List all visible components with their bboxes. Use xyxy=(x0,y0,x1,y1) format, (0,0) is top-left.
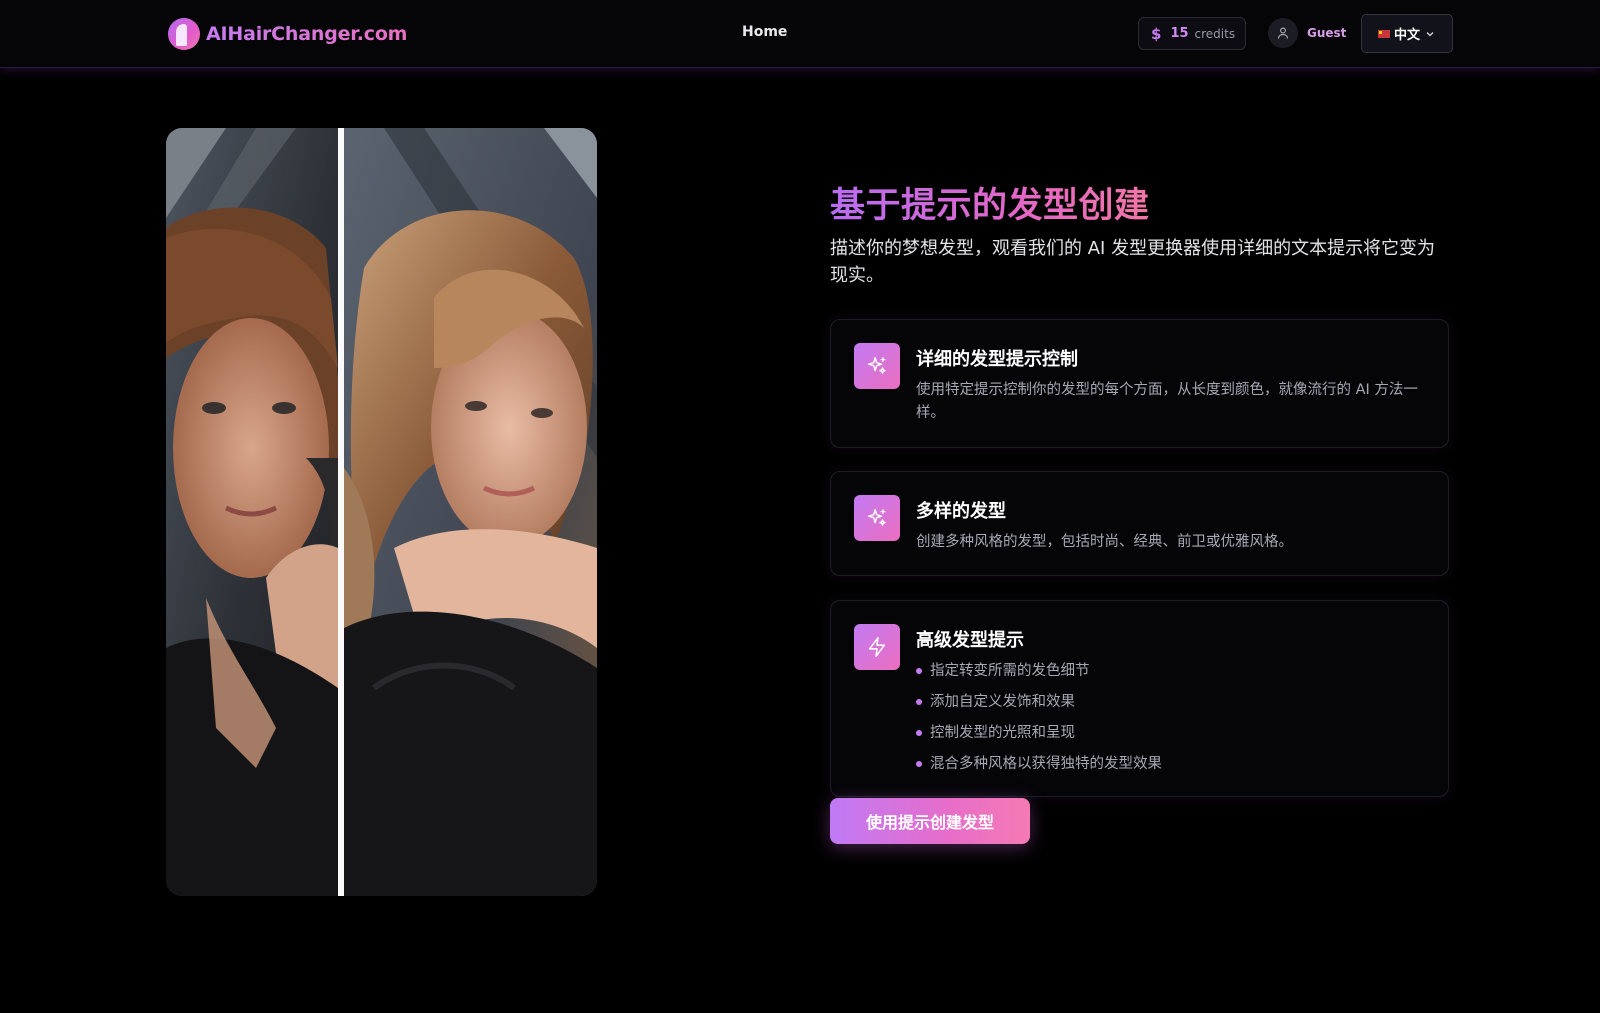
credits-label: credits xyxy=(1194,26,1236,41)
before-photo xyxy=(166,128,338,896)
china-flag-icon xyxy=(1378,29,1390,38)
card-title: 多样的发型 xyxy=(916,501,1006,522)
top-navbar: AIHairChanger.com Home $ 15 credits Gues… xyxy=(0,0,1600,68)
credits-amount: 15 xyxy=(1170,26,1189,41)
language-label: 中文 xyxy=(1394,28,1421,43)
sparkles-icon xyxy=(854,343,900,389)
sparkles-icon xyxy=(854,495,900,541)
list-item: 指定转变所需的发色细节 xyxy=(916,659,1162,690)
credits-badge[interactable]: $ 15 credits xyxy=(1138,17,1246,50)
list-item: 混合多种风格以获得独特的发型效果 xyxy=(916,752,1162,783)
logo-text: AIHairChanger.com xyxy=(206,23,408,45)
logo-icon xyxy=(168,18,200,50)
feature-card-diverse-styles: 多样的发型 创建多种风格的发型，包括时尚、经典、前卫或优雅风格。 xyxy=(830,471,1449,576)
user-icon xyxy=(1268,18,1298,48)
before-after-photo xyxy=(166,128,597,896)
user-name: Guest xyxy=(1307,26,1347,40)
feature-card-prompt-control: 详细的发型提示控制 使用特定提示控制你的发型的每个方面，从长度到颜色，就像流行的… xyxy=(830,319,1449,448)
card-title: 详细的发型提示控制 xyxy=(916,349,1078,370)
feature-bullet-list: 指定转变所需的发色细节 添加自定义发饰和效果 控制发型的光照和呈现 混合多种风格… xyxy=(916,659,1162,783)
nav-home-link[interactable]: Home xyxy=(742,24,787,40)
chevron-down-icon xyxy=(1426,31,1434,36)
section-subtitle: 描述你的梦想发型，观看我们的 AI 发型更换器使用详细的文本提示将它变为现实。 xyxy=(830,238,1436,286)
list-item: 添加自定义发饰和效果 xyxy=(916,690,1162,721)
feature-card-advanced-prompts: 高级发型提示 指定转变所需的发色细节 添加自定义发饰和效果 控制发型的光照和呈现… xyxy=(830,600,1449,797)
card-description: 使用特定提示控制你的发型的每个方面，从长度到颜色，就像流行的 AI 方法一样。 xyxy=(916,382,1418,421)
dollar-icon: $ xyxy=(1151,24,1162,43)
section-title: 基于提示的发型创建 xyxy=(830,177,1150,228)
site-logo[interactable]: AIHairChanger.com xyxy=(168,17,407,51)
user-menu[interactable]: Guest xyxy=(1268,18,1346,48)
card-title: 高级发型提示 xyxy=(916,630,1024,651)
after-photo xyxy=(344,128,597,896)
list-item: 控制发型的光照和呈现 xyxy=(916,721,1162,752)
create-hairstyle-button[interactable]: 使用提示创建发型 xyxy=(830,798,1030,844)
card-description: 创建多种风格的发型，包括时尚、经典、前卫或优雅风格。 xyxy=(916,534,1293,550)
language-selector[interactable]: 中文 xyxy=(1361,14,1453,53)
lightning-icon xyxy=(854,624,900,670)
